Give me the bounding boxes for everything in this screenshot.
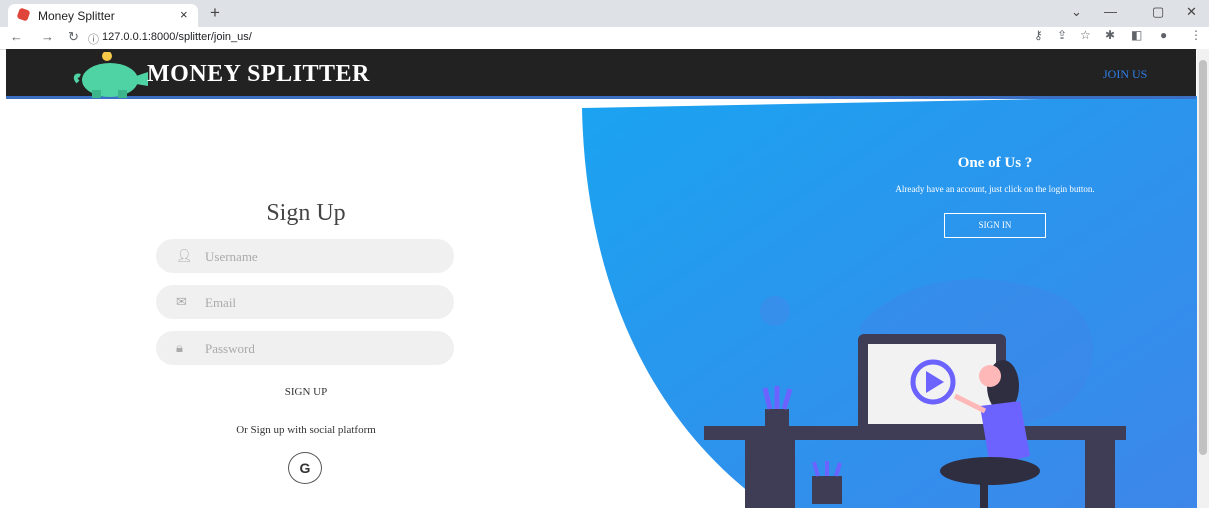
tab-close-icon[interactable]: × — [180, 7, 188, 22]
info-icon[interactable]: ⓘ — [88, 31, 99, 47]
key-icon[interactable]: ⚷ — [1034, 28, 1043, 42]
password-input[interactable] — [203, 331, 437, 367]
sidepanel-icon[interactable]: ◧ — [1131, 28, 1142, 42]
menu-icon[interactable]: ⋮ — [1190, 28, 1202, 42]
google-signup-button[interactable]: G — [288, 452, 322, 484]
panel-text: Already have an account, just click on t… — [895, 184, 1095, 194]
password-field[interactable]: 🔒︎ — [156, 331, 454, 367]
forward-icon[interactable]: → — [41, 29, 54, 44]
tab-title: Money Splitter — [38, 9, 115, 23]
reload-icon[interactable]: ↻ — [68, 29, 79, 45]
signup-button[interactable]: SIGN UP — [0, 386, 612, 398]
email-input[interactable] — [203, 285, 437, 321]
url-text[interactable]: 127.0.0.1:8000/splitter/join_us/ — [102, 31, 252, 43]
minimize-button[interactable]: — — [1104, 4, 1117, 19]
email-field[interactable]: ✉ — [156, 285, 454, 321]
username-field[interactable]: 👤︎ — [156, 239, 454, 275]
lock-icon: 🔒︎ — [176, 340, 183, 355]
brand-title[interactable]: MONEY SPLITTER — [147, 61, 370, 88]
panel-heading: One of Us ? — [957, 155, 1033, 171]
signin-button[interactable]: SIGN IN — [944, 213, 1046, 238]
browser-tab[interactable]: Money Splitter × — [8, 4, 198, 27]
favicon-icon — [16, 7, 31, 22]
username-input[interactable] — [203, 239, 437, 275]
social-signup-text: Or Sign up with social platform — [236, 424, 376, 436]
scrollbar-thumb[interactable] — [1199, 60, 1207, 455]
back-icon[interactable]: ← — [10, 29, 23, 44]
profile-icon[interactable]: ● — [1160, 28, 1167, 42]
star-icon[interactable]: ☆ — [1080, 28, 1091, 42]
new-tab-button[interactable]: + — [210, 3, 220, 23]
envelope-icon: ✉ — [176, 294, 187, 309]
piggy-bank-icon — [73, 52, 148, 98]
extensions-icon[interactable]: ✱ — [1105, 28, 1115, 42]
user-icon: 👤︎ — [176, 248, 193, 263]
nav-join-us-link[interactable]: JOIN US — [1103, 67, 1147, 82]
tab-search-icon[interactable]: ⌄ — [1071, 4, 1082, 20]
close-window-button[interactable]: ✕ — [1186, 4, 1197, 20]
share-icon[interactable]: ⇪ — [1057, 28, 1067, 42]
signup-title: Sign Up — [266, 200, 346, 226]
maximize-button[interactable]: ▢ — [1152, 4, 1164, 20]
